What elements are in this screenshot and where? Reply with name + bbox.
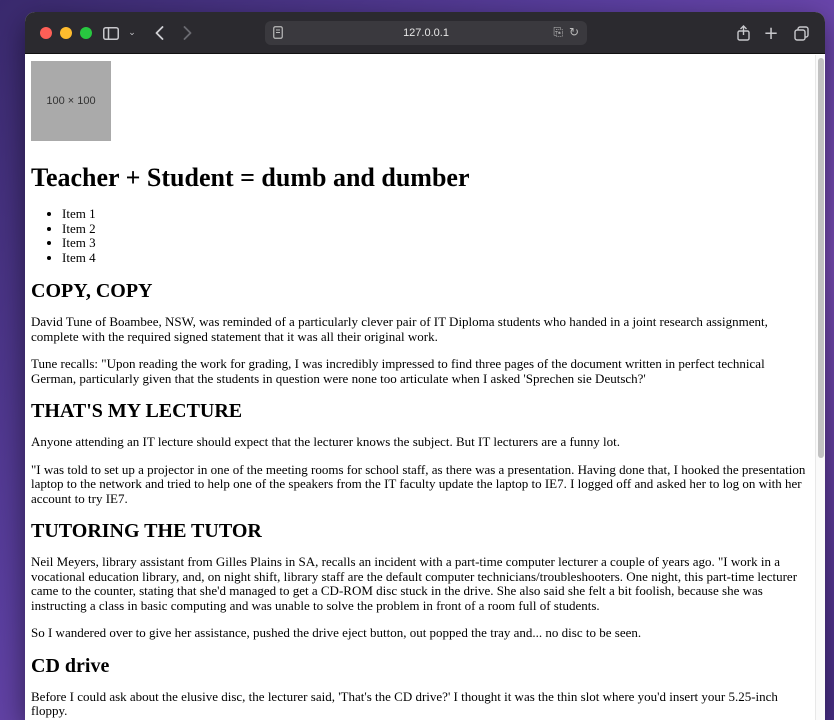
translate-icon[interactable]: ⎘ [553, 25, 563, 40]
url-text: 127.0.0.1 [403, 27, 449, 39]
reload-icon[interactable]: ↻ [569, 25, 579, 40]
page-icon [273, 26, 283, 39]
browser-window: ⌄ 127.0.0.1 ⎘ ↻ + 100 × 100 Teacher + St… [25, 12, 825, 720]
window-controls [40, 26, 92, 39]
new-tab-icon[interactable]: + [763, 23, 779, 44]
vertical-scrollbar[interactable] [815, 55, 825, 720]
sidebar-toggle-icon[interactable] [102, 24, 120, 42]
paragraph: Neil Meyers, library assistant from Gill… [31, 554, 798, 613]
paragraph: David Tune of Boambee, NSW, was reminded… [31, 314, 768, 344]
list-item: Item 2 [62, 221, 809, 237]
paragraph: Tune recalls: "Upon reading the work for… [31, 356, 765, 386]
paragraph: So I wandered over to give her assistanc… [31, 625, 642, 641]
page-title: Teacher + Student = dumb and dumber [31, 163, 470, 192]
item-list: Item 1 Item 2 Item 3 Item 4 [62, 207, 809, 265]
image-placeholder: 100 × 100 [31, 61, 111, 141]
page-content: 100 × 100 Teacher + Student = dumb and d… [25, 55, 815, 720]
scrollbar-thumb[interactable] [818, 58, 824, 458]
minimize-window-button[interactable] [60, 26, 72, 39]
tab-overview-icon[interactable] [793, 24, 809, 42]
share-icon[interactable] [735, 24, 751, 42]
section-heading: THAT'S MY LECTURE [31, 400, 243, 423]
image-placeholder-label: 100 × 100 [46, 95, 96, 107]
list-item: Item 4 [62, 250, 809, 266]
section-heading: CD drive [31, 654, 110, 677]
list-item: Item 3 [62, 236, 809, 251]
close-window-button[interactable] [40, 26, 52, 39]
list-item: Item 1 [62, 207, 809, 222]
chevron-down-icon[interactable]: ⌄ [126, 24, 138, 42]
maximize-window-button[interactable] [80, 26, 92, 39]
paragraph: Before I could ask about the elusive dis… [31, 688, 778, 719]
paragraph: "I was told to set up a projector in one… [31, 461, 806, 506]
forward-icon[interactable] [179, 24, 195, 42]
back-icon[interactable] [151, 24, 167, 42]
address-bar[interactable]: 127.0.0.1 ⎘ ↻ [265, 21, 587, 45]
paragraph: Anyone attending an IT lecture should ex… [31, 434, 621, 450]
section-heading: COPY, COPY [31, 280, 153, 303]
section-heading: TUTORING THE TUTOR [31, 520, 262, 543]
browser-toolbar: ⌄ 127.0.0.1 ⎘ ↻ + [25, 12, 825, 54]
